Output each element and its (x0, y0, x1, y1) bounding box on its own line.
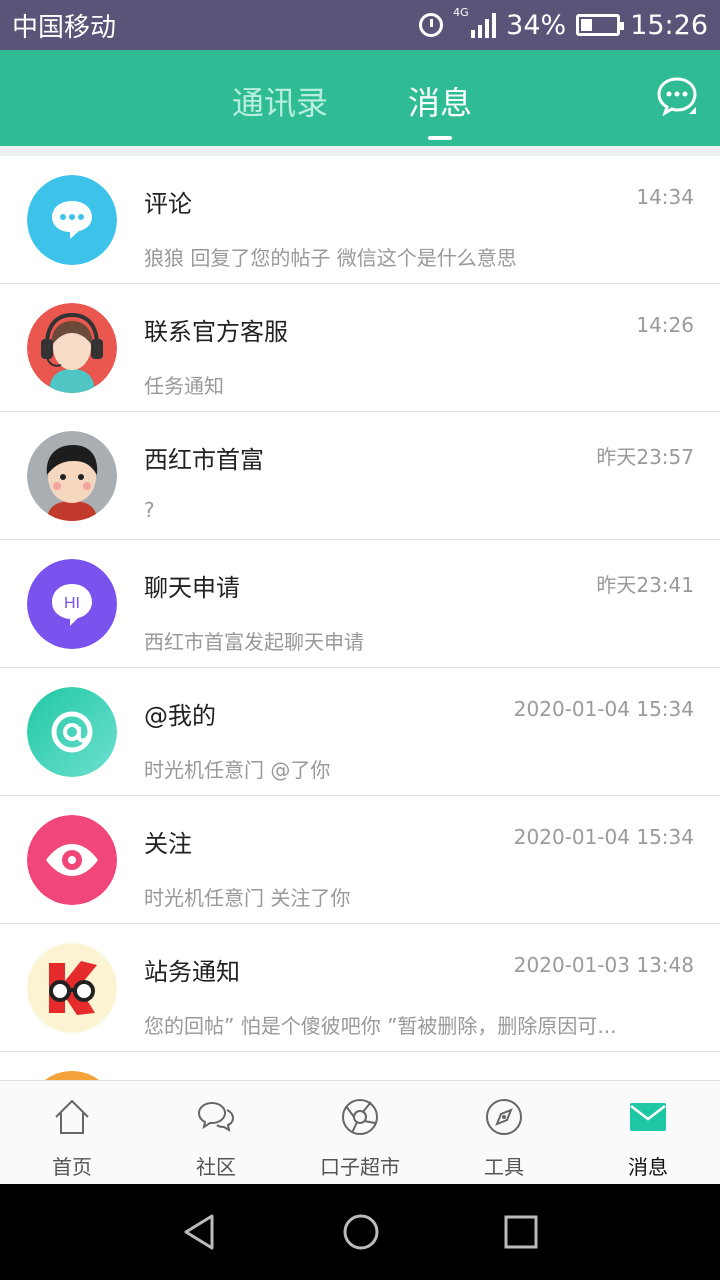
message-preview: 时光机任意门 关注了你 (144, 886, 351, 910)
active-tab-indicator (428, 136, 452, 140)
message-preview: 时光机任意门 @了你 (144, 758, 331, 782)
message-item-mention[interactable]: @我的 2020-01-04 15:34 时光机任意门 @了你 (0, 668, 720, 796)
message-time: 昨天23:41 (596, 573, 694, 597)
message-item-chat-request[interactable]: HI 聊天申请 昨天23:41 西红市首富发起聊天申请 (0, 540, 720, 668)
chat-request-badge-text: HI (64, 595, 80, 612)
bottom-nav: 首页 社区 口子超市 工具 消息 (0, 1080, 720, 1184)
partial-avatar (27, 1071, 117, 1080)
message-preview: 狼狼 回复了您的帖子 微信这个是什么意思 (144, 246, 517, 270)
message-item-partial[interactable] (0, 1052, 720, 1080)
system-nav-bar (0, 1184, 720, 1280)
signal-icon: 4G (453, 6, 497, 38)
home-icon (55, 1099, 89, 1134)
message-title: 站务通知 (144, 958, 240, 986)
tab-contacts[interactable]: 通讯录 (232, 78, 328, 124)
message-title: 关注 (144, 830, 192, 858)
battery-icon (576, 14, 625, 36)
nav-messages[interactable]: 消息 (576, 1081, 720, 1185)
nav-home[interactable]: 首页 (0, 1081, 144, 1185)
message-title: 聊天申请 (144, 574, 240, 602)
message-preview: 您的回帖” 怕是个傻彼吧你 ”暂被删除，删除原因可... (144, 1014, 617, 1038)
comment-avatar (27, 175, 117, 265)
nav-market[interactable]: 口子超市 (288, 1081, 432, 1185)
message-title: @我的 (144, 702, 216, 730)
mention-avatar (27, 687, 117, 777)
message-item-user[interactable]: 西红市首富 昨天23:57 ? (0, 412, 720, 540)
message-time: 昨天23:57 (596, 445, 694, 469)
message-time: 2020-01-04 15:34 (513, 825, 694, 849)
message-time: 14:34 (636, 185, 694, 209)
recents-icon[interactable] (501, 1212, 541, 1252)
message-time: 14:26 (636, 313, 694, 337)
nav-label: 工具 (484, 1155, 524, 1179)
message-preview: 任务通知 (144, 374, 224, 398)
top-tab-bar: 通讯录 消息 (0, 50, 720, 146)
home-button-icon[interactable] (341, 1212, 381, 1252)
message-item-site-notice[interactable]: 站务通知 2020-01-03 13:48 您的回帖” 怕是个傻彼吧你 ”暂被删… (0, 924, 720, 1052)
user-avatar (27, 431, 117, 521)
nav-label: 首页 (52, 1155, 92, 1179)
follow-avatar (27, 815, 117, 905)
chat-request-avatar: HI (27, 559, 117, 649)
tools-icon (486, 1099, 522, 1135)
message-title: 评论 (144, 190, 192, 218)
new-chat-icon[interactable] (656, 76, 698, 116)
mail-icon (630, 1103, 666, 1131)
status-bar: 中国移动 4G 34% 15:26 (0, 0, 720, 50)
nav-label: 口子超市 (320, 1155, 400, 1179)
tab-messages[interactable]: 消息 (408, 78, 472, 124)
back-icon[interactable] (180, 1212, 220, 1252)
message-item-customer-service[interactable]: 联系官方客服 14:26 任务通知 (0, 284, 720, 412)
message-time: 2020-01-03 13:48 (513, 953, 694, 977)
message-time: 2020-01-04 15:34 (513, 697, 694, 721)
network-type: 4G (453, 6, 469, 19)
nav-label: 消息 (628, 1155, 668, 1179)
message-item-comment[interactable]: 评论 14:34 狼狼 回复了您的帖子 微信这个是什么意思 (0, 156, 720, 284)
market-icon (342, 1099, 378, 1135)
site-notice-avatar (27, 943, 117, 1033)
alarm-icon (419, 13, 444, 37)
carrier-name: 中国移动 (12, 12, 117, 43)
message-title: 西红市首富 (144, 446, 264, 474)
message-preview: ? (144, 498, 155, 522)
nav-community[interactable]: 社区 (144, 1081, 288, 1185)
separator (0, 146, 720, 156)
nav-label: 社区 (196, 1155, 236, 1179)
battery-percent: 34% (506, 9, 567, 41)
message-item-follow[interactable]: 关注 2020-01-04 15:34 时光机任意门 关注了你 (0, 796, 720, 924)
community-icon (197, 1101, 235, 1133)
customer-service-avatar (27, 303, 117, 393)
nav-tools[interactable]: 工具 (432, 1081, 576, 1185)
message-preview: 西红市首富发起聊天申请 (144, 630, 364, 654)
clock: 15:26 (630, 9, 708, 41)
message-list: 评论 14:34 狼狼 回复了您的帖子 微信这个是什么意思 联系官方客服 14:… (0, 156, 720, 1080)
message-title: 联系官方客服 (144, 318, 288, 346)
